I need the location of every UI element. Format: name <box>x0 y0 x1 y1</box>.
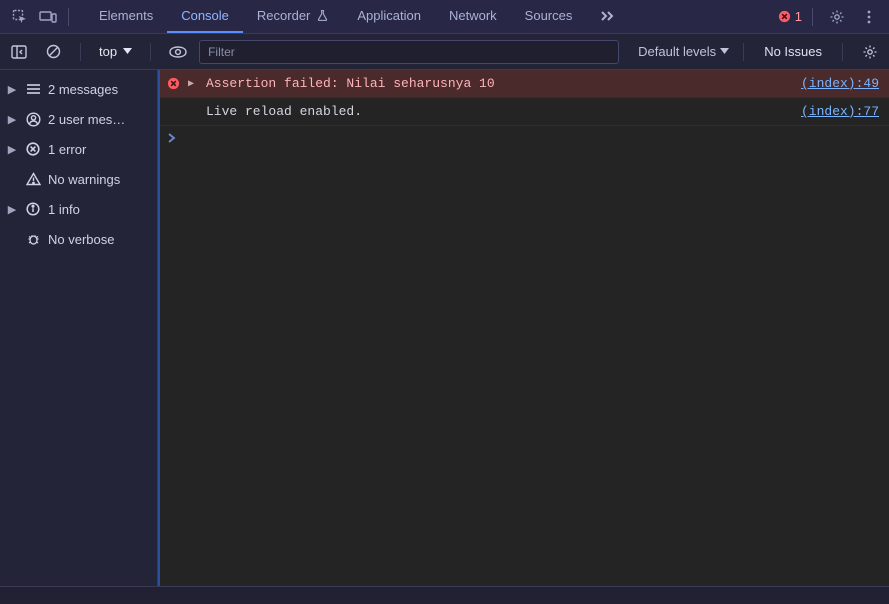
list-icon <box>24 83 42 95</box>
bug-icon <box>24 232 42 246</box>
log-row-error[interactable]: ▶ Assertion failed: Nilai seharusnya 10 … <box>160 70 889 98</box>
chevron-down-icon <box>720 48 729 55</box>
status-bar <box>0 586 889 604</box>
sidebar-item-messages[interactable]: ▶ 2 messages <box>0 74 157 104</box>
tab-label: Recorder <box>257 8 310 23</box>
sidebar-item-label: 1 error <box>48 142 151 157</box>
tab-label: Elements <box>99 8 153 23</box>
error-icon <box>24 142 42 156</box>
sidebar-item-label: 1 info <box>48 202 151 217</box>
clear-console-icon[interactable] <box>40 39 66 65</box>
error-count-badge[interactable]: 1 <box>778 9 802 24</box>
error-icon <box>166 77 180 90</box>
console-prompt[interactable] <box>160 126 889 150</box>
tab-recorder[interactable]: Recorder <box>243 0 343 33</box>
log-levels-selector[interactable]: Default levels <box>638 44 729 59</box>
tab-elements[interactable]: Elements <box>85 0 167 33</box>
sidebar-item-label: No warnings <box>48 172 151 187</box>
toggle-sidebar-icon[interactable] <box>6 39 32 65</box>
sidebar-item-info[interactable]: ▶ 1 info <box>0 194 157 224</box>
chevron-right-icon: ▶ <box>6 203 18 216</box>
chevron-right-icon: ▶ <box>6 113 18 126</box>
tab-label: Network <box>449 8 497 23</box>
sidebar-item-errors[interactable]: ▶ 1 error <box>0 134 157 164</box>
tab-label: Sources <box>525 8 573 23</box>
levels-label: Default levels <box>638 44 716 59</box>
warning-icon <box>24 172 42 186</box>
tab-sources[interactable]: Sources <box>511 0 587 33</box>
panel-tabs: Elements Console Recorder Application Ne… <box>85 0 630 33</box>
inspect-element-icon[interactable] <box>6 3 34 31</box>
sidebar-item-verbose[interactable]: No verbose <box>0 224 157 254</box>
chevron-down-icon <box>123 48 132 55</box>
more-menu-icon[interactable] <box>855 3 883 31</box>
device-toolbar-icon[interactable] <box>34 3 62 31</box>
error-icon <box>778 10 791 23</box>
tabs-overflow[interactable] <box>586 0 630 33</box>
log-message: Live reload enabled. <box>206 104 793 119</box>
issues-label: No Issues <box>764 44 822 59</box>
chevron-right-icon <box>168 133 176 143</box>
log-message: Assertion failed: Nilai seharusnya 10 <box>206 76 793 91</box>
console-settings-icon[interactable] <box>857 39 883 65</box>
sidebar-item-user-messages[interactable]: ▶ 2 user mes… <box>0 104 157 134</box>
live-expression-icon[interactable] <box>165 39 191 65</box>
log-list: ▶ Assertion failed: Nilai seharusnya 10 … <box>158 70 889 586</box>
chevron-right-icon: ▶ <box>6 83 18 96</box>
filter-input[interactable] <box>199 40 619 64</box>
tab-application[interactable]: Application <box>343 0 435 33</box>
tab-network[interactable]: Network <box>435 0 511 33</box>
tab-label: Console <box>181 8 229 23</box>
sidebar-item-label: 2 messages <box>48 82 151 97</box>
chevron-right-icon[interactable]: ▶ <box>188 78 198 90</box>
user-icon <box>24 112 42 127</box>
message-filter-sidebar: ▶ 2 messages ▶ 2 user mes… ▶ 1 error <box>0 70 158 586</box>
sidebar-item-label: No verbose <box>48 232 151 247</box>
context-label: top <box>99 44 117 59</box>
settings-icon[interactable] <box>823 3 851 31</box>
chevron-double-right-icon <box>600 10 616 22</box>
tab-label: Application <box>357 8 421 23</box>
log-source-link[interactable]: (index):77 <box>801 104 879 119</box>
log-row-info[interactable]: Live reload enabled. (index):77 <box>160 98 889 126</box>
info-icon <box>24 202 42 216</box>
error-count-value: 1 <box>795 9 802 24</box>
sidebar-item-label: 2 user mes… <box>48 112 151 127</box>
log-source-link[interactable]: (index):49 <box>801 76 879 91</box>
flask-icon <box>316 9 329 22</box>
context-selector[interactable]: top <box>95 44 136 59</box>
tab-console[interactable]: Console <box>167 0 243 33</box>
chevron-right-icon: ▶ <box>6 143 18 156</box>
issues-button[interactable]: No Issues <box>764 44 822 59</box>
sidebar-item-warnings[interactable]: No warnings <box>0 164 157 194</box>
